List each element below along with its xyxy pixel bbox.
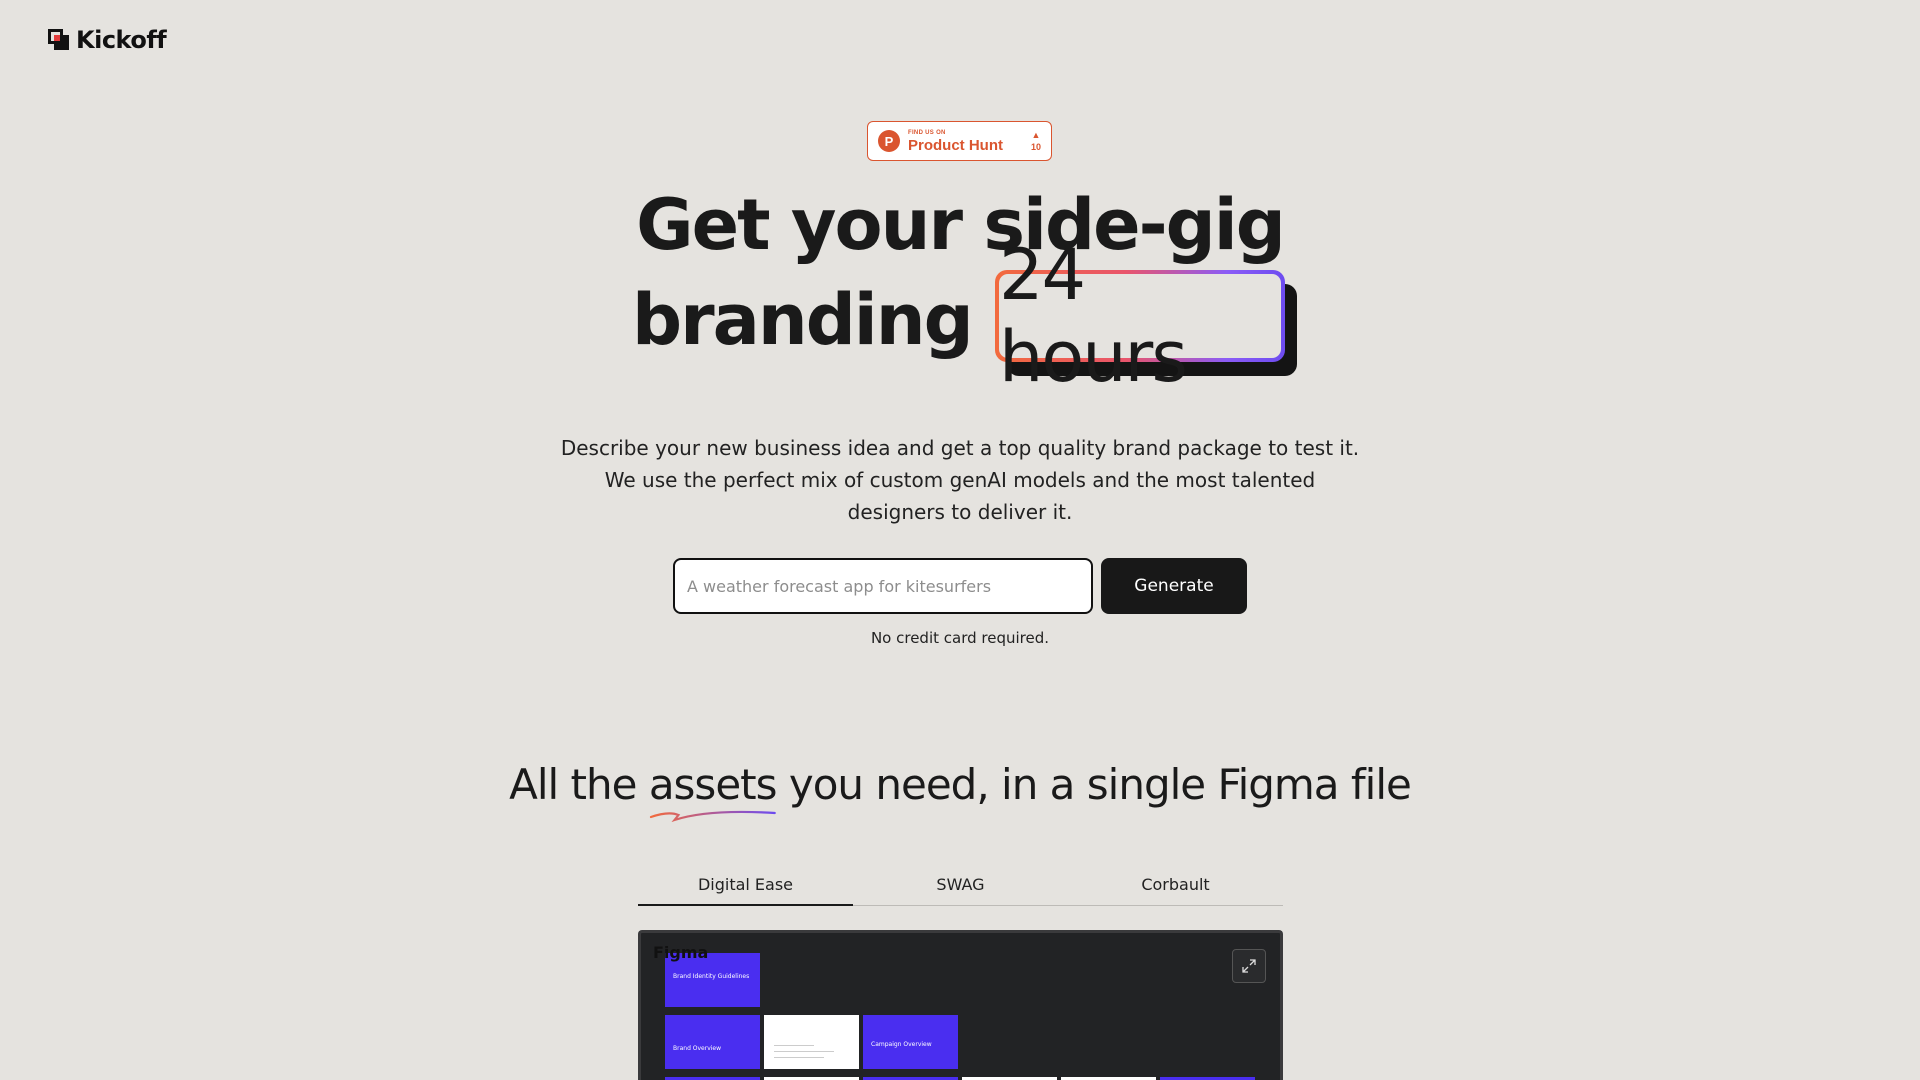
section-title-highlight: assets: [649, 760, 778, 823]
product-hunt-votes: ▲ 10: [1030, 129, 1041, 152]
hero-highlight-box: 24 hours: [995, 234, 1297, 398]
kickoff-logo[interactable]: Kickoff: [48, 26, 167, 54]
tab-swag[interactable]: SWAG: [853, 872, 1068, 905]
assets-section-title: All the assets you need, in a single Fig…: [0, 760, 1920, 823]
expand-icon[interactable]: [1232, 949, 1266, 983]
product-hunt-icon: P: [878, 130, 900, 152]
product-hunt-small-label: FIND US ON: [908, 129, 946, 136]
description-line-3: designers to deliver it.: [847, 500, 1073, 524]
slide-title: Campaign Overview: [871, 1041, 932, 1048]
slide-thumbnail: [764, 1015, 859, 1069]
description-line-1: Describe your new business idea and get …: [560, 436, 1360, 460]
brand-name: Kickoff: [76, 26, 167, 54]
hero-description: Describe your new business idea and get …: [560, 432, 1360, 528]
no-credit-card-note: No credit card required.: [870, 629, 1050, 647]
squiggle-underline-icon: [649, 810, 776, 823]
generate-button[interactable]: Generate: [1101, 558, 1247, 614]
example-tabs: Digital Ease SWAG Corbault: [638, 872, 1283, 906]
figma-label: Figma: [653, 943, 709, 962]
hero-headline: Get your side-gig branding in: [0, 178, 1920, 361]
figma-embed[interactable]: Figma Brand Identity Guidelines Brand Ov…: [638, 930, 1283, 1080]
vote-count: 10: [1030, 141, 1041, 152]
upvote-arrow-icon: ▲: [1031, 129, 1041, 140]
section-title-suffix: you need, in a single Figma file: [776, 760, 1412, 809]
product-hunt-label: Product Hunt: [908, 136, 1003, 154]
tab-digital-ease[interactable]: Digital Ease: [638, 872, 853, 906]
slide-title: Brand Identity Guidelines: [673, 973, 750, 980]
slide-title: Brand Overview: [673, 1045, 722, 1052]
product-hunt-text: FIND US ON Product Hunt: [908, 130, 1003, 153]
tab-corbault[interactable]: Corbault: [1068, 872, 1283, 905]
kickoff-logo-icon: [48, 29, 70, 51]
landing-page: Kickoff P FIND US ON Product Hunt ▲ 10 G…: [0, 0, 1920, 1080]
slide-thumbnail: Campaign Overview: [863, 1015, 958, 1069]
slide-thumbnail: Brand Overview: [665, 1015, 760, 1069]
section-title-prefix: All the: [509, 760, 649, 809]
product-hunt-badge[interactable]: P FIND US ON Product Hunt ▲ 10: [867, 121, 1052, 161]
business-idea-input[interactable]: [673, 558, 1093, 614]
hero-highlight-text: 24 hours: [999, 234, 1281, 398]
description-line-2: We use the perfect mix of custom genAI m…: [604, 468, 1316, 492]
